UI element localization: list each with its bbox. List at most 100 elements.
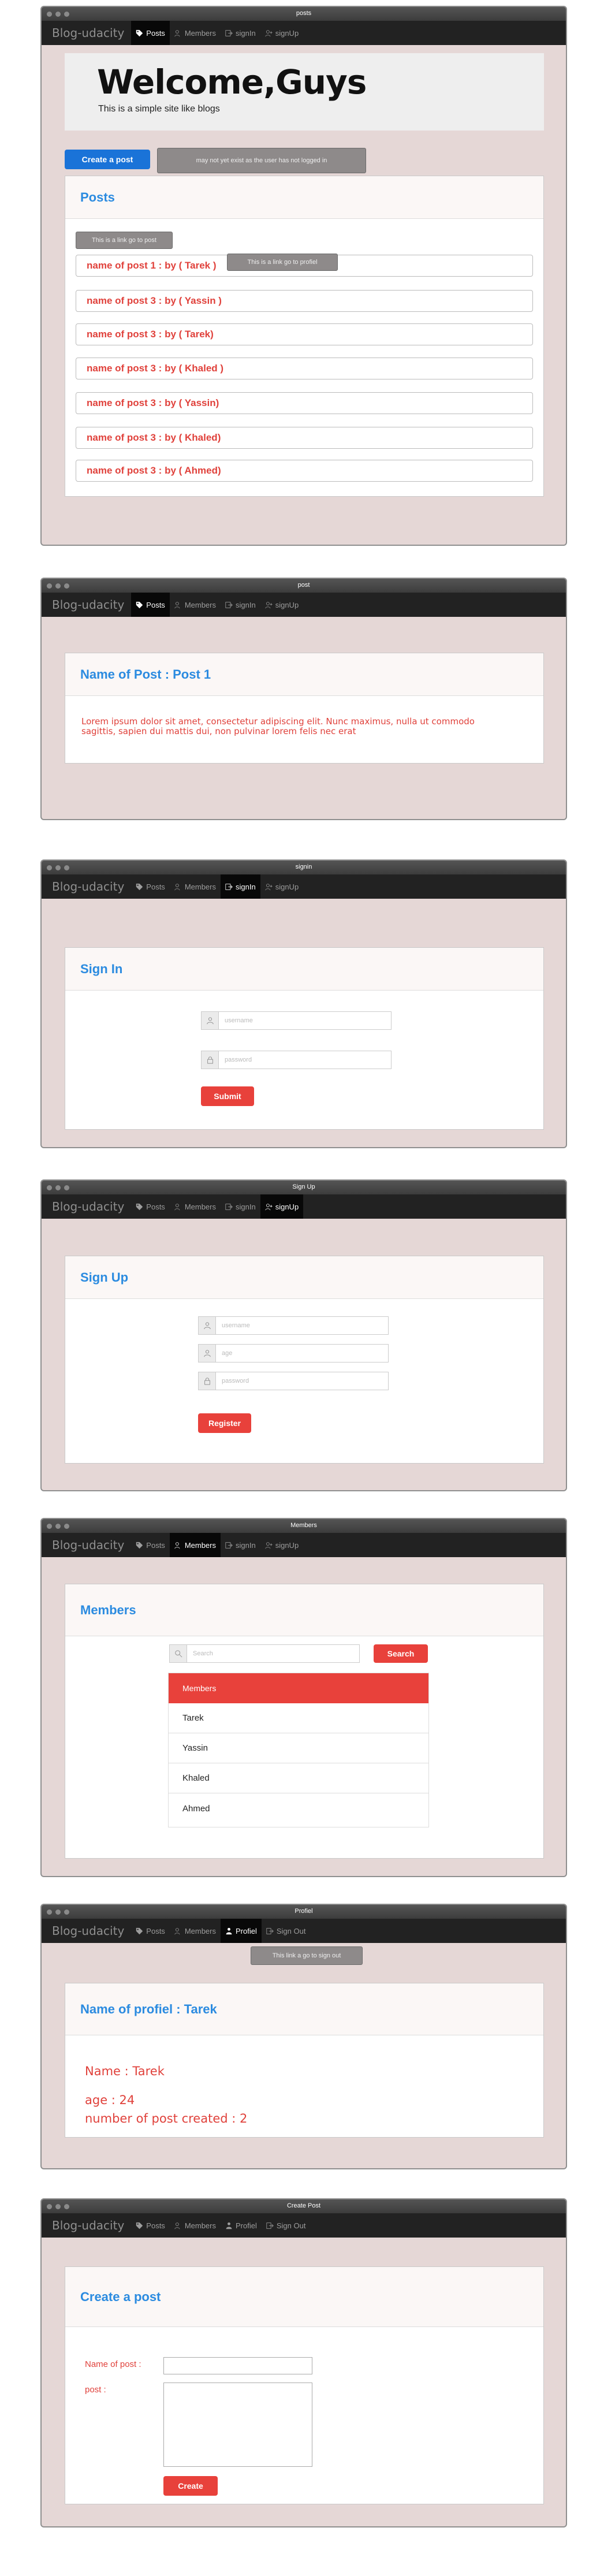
lock-icon (198, 1372, 215, 1390)
post-window: post Blog-udacity Posts Members signIn s… (40, 578, 567, 820)
nav-members-label: Members (184, 28, 216, 38)
tag-icon (136, 1542, 143, 1548)
nav-signin[interactable]: signIn (221, 21, 260, 45)
username-input[interactable]: username (218, 1011, 392, 1030)
brand-link[interactable]: Blog-udacity (52, 1200, 124, 1213)
create-post-tooltip: may not yet exist as the user has not lo… (157, 148, 366, 173)
nav-posts[interactable]: Posts (131, 593, 170, 617)
brand-link[interactable]: Blog-udacity (52, 2218, 124, 2232)
nav-signin[interactable]: signIn (221, 1194, 260, 1219)
navbar: Blog-udacity Posts Members signIn signUp (42, 874, 566, 899)
navbar: Blog-udacity Posts Members signIn signUp (42, 593, 566, 617)
tag-icon (136, 29, 143, 36)
profiel-window: Profiel Blog-udacity Posts Members Profi… (40, 1904, 567, 2169)
nav-posts[interactable]: Posts (131, 2213, 170, 2238)
users-icon (174, 883, 180, 890)
search-button[interactable]: Search (374, 1644, 428, 1663)
nav-signup[interactable]: signUp (260, 593, 303, 617)
nav-posts[interactable]: Posts (131, 1919, 170, 1943)
navbar: Blog-udacity Posts Members signIn signUp (42, 1533, 566, 1557)
nav-members[interactable]: Members (170, 2213, 221, 2238)
nav-signout[interactable]: Sign Out (262, 1919, 311, 1943)
search-input[interactable]: Search (187, 1644, 360, 1663)
member-item[interactable]: Ahmed (169, 1793, 428, 1823)
users-icon (174, 1927, 180, 1934)
navbar: Blog-udacity Posts Members Profiel Sign … (42, 1919, 566, 1943)
nav-signin[interactable]: signIn (221, 874, 260, 899)
nav-posts[interactable]: Posts (131, 1194, 170, 1219)
age-input[interactable]: age (215, 1344, 389, 1363)
brand-link[interactable]: Blog-udacity (52, 26, 124, 40)
tag-icon (136, 2222, 143, 2229)
post-link[interactable]: name of post 3 : by ( Ahmed) (76, 460, 533, 482)
nav-signup-label: signUp (275, 600, 299, 609)
sign-out-icon (266, 2222, 274, 2229)
register-button[interactable]: Register (198, 1413, 251, 1433)
nav-posts-label: Posts (146, 1926, 165, 1935)
signup-title: Sign Up (65, 1256, 543, 1299)
member-item[interactable]: Khaled (169, 1763, 428, 1793)
nav-members-label: Members (184, 1926, 216, 1935)
member-item[interactable]: Tarek (169, 1703, 428, 1733)
nav-posts[interactable]: Posts (131, 21, 170, 45)
brand-link[interactable]: Blog-udacity (52, 1924, 124, 1938)
brand-link[interactable]: Blog-udacity (52, 880, 124, 894)
create-post-button[interactable]: Create a post (65, 150, 150, 169)
title-bar: post (42, 579, 566, 593)
password-input[interactable]: password (218, 1051, 392, 1069)
post-link[interactable]: name of post 3 : by ( Khaled ) (76, 358, 533, 379)
password-input[interactable]: password (215, 1372, 389, 1390)
user-icon (201, 1011, 218, 1030)
post-link[interactable]: name of post 3 : by ( Khaled) (76, 427, 533, 449)
signout-tooltip: This link a go to sign out (251, 1946, 363, 1965)
post-name-label: Name of post : (85, 2359, 141, 2369)
nav-profiel-label: Profiel (236, 2221, 257, 2230)
profiel-name: Name : Tarek (85, 2064, 165, 2078)
user-plus-icon (265, 1203, 273, 1210)
sign-in-icon (225, 1203, 233, 1210)
submit-button[interactable]: Submit (201, 1086, 254, 1106)
welcome-heading: Welcome,Guys (97, 62, 367, 102)
brand-link[interactable]: Blog-udacity (52, 598, 124, 612)
nav-posts[interactable]: Posts (131, 874, 170, 899)
nav-signin[interactable]: signIn (221, 593, 260, 617)
members-title: Members (65, 1584, 543, 1636)
nav-signup[interactable]: signUp (260, 1194, 304, 1219)
nav-signin[interactable]: signIn (221, 1533, 260, 1557)
nav-signup-label: signUp (275, 882, 299, 891)
post-title: Name of Post : Post 1 (65, 653, 543, 696)
nav-profiel[interactable]: Profiel (221, 2213, 262, 2238)
nav-signin-label: signIn (236, 28, 256, 38)
post-name-input[interactable] (163, 2357, 312, 2374)
nav-signup[interactable]: signUp (260, 874, 303, 899)
members-panel: Members Search Search Members Tarek Yass… (65, 1584, 544, 1859)
post-link[interactable]: name of post 3 : by ( Yassin) (76, 392, 533, 414)
nav-signup[interactable]: signUp (260, 1533, 303, 1557)
nav-posts[interactable]: Posts (131, 1533, 170, 1557)
username-row: username (198, 1316, 389, 1335)
nav-posts-label: Posts (146, 1202, 165, 1211)
nav-signup-label: signUp (275, 28, 299, 38)
member-item[interactable]: Yassin (169, 1733, 428, 1763)
post-link[interactable]: name of post 3 : by ( Tarek) (76, 323, 533, 345)
nav-posts-label: Posts (146, 28, 165, 38)
nav-members[interactable]: Members (170, 1194, 221, 1219)
nav-members[interactable]: Members (170, 593, 221, 617)
nav-signout[interactable]: Sign Out (262, 2213, 311, 2238)
nav-members[interactable]: Members (170, 874, 221, 899)
users-icon (174, 29, 180, 36)
post-link-tooltip: This is a link go to post (76, 232, 173, 249)
nav-members[interactable]: Members (169, 1533, 221, 1557)
username-input[interactable]: username (215, 1316, 389, 1335)
nav-members[interactable]: Members (170, 21, 221, 45)
nav-members[interactable]: Members (170, 1919, 221, 1943)
post-content-textarea[interactable] (163, 2383, 312, 2467)
brand-link[interactable]: Blog-udacity (52, 1538, 124, 1552)
create-button[interactable]: Create (163, 2476, 218, 2496)
nav-signup[interactable]: signUp (260, 21, 303, 45)
post-link[interactable]: name of post 3 : by ( Yassin ) (76, 290, 533, 312)
users-icon (174, 1542, 180, 1548)
nav-members-label: Members (184, 600, 216, 609)
nav-profiel[interactable]: Profiel (221, 1919, 262, 1943)
members-list-header: Members (169, 1673, 428, 1703)
